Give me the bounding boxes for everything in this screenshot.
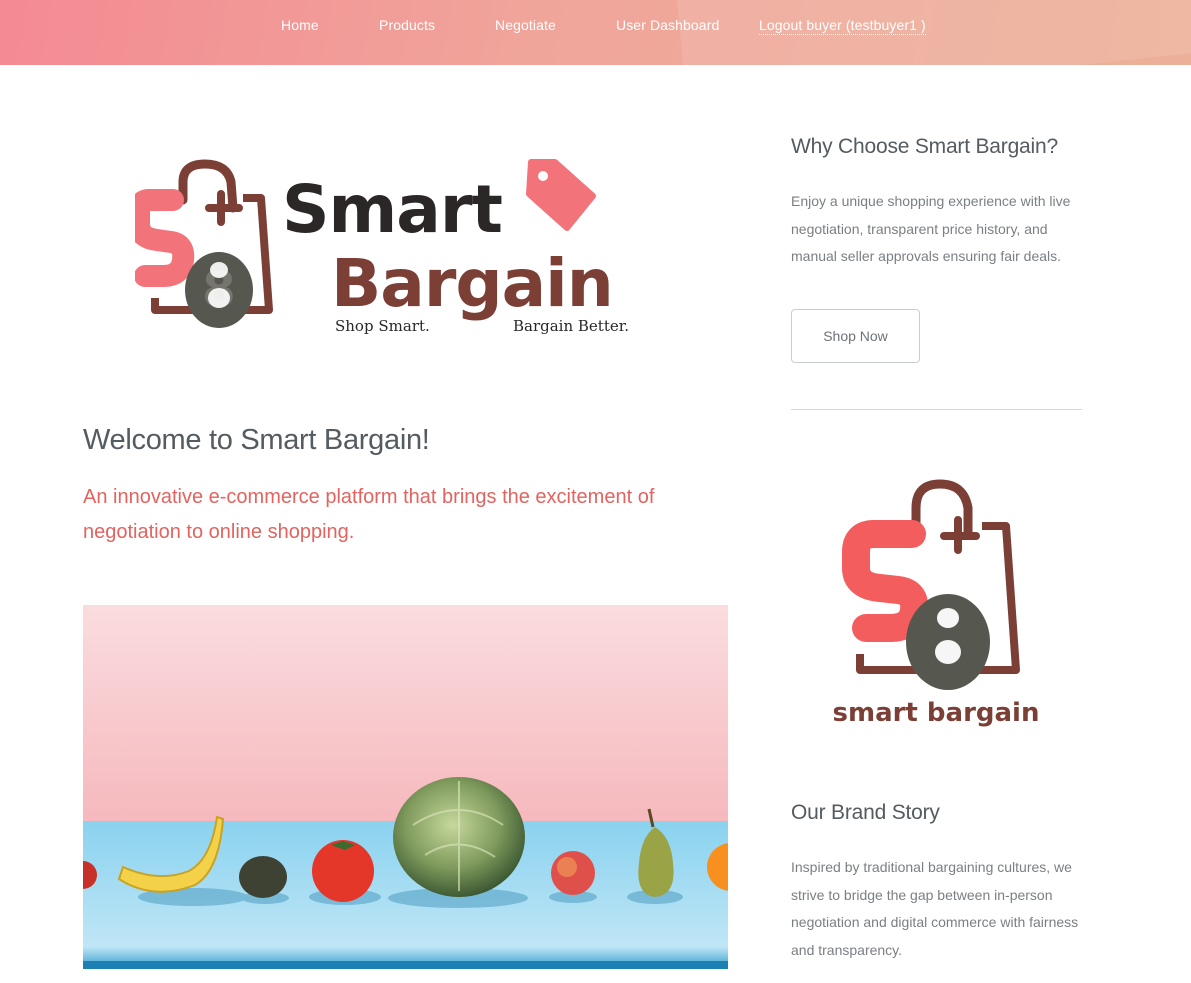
nav-products-link[interactable]: Products [379,17,435,33]
sidebar-divider [791,409,1082,410]
brand-story-heading: Our Brand Story [791,801,940,824]
nav-home-link[interactable]: Home [281,17,319,33]
why-choose-heading: Why Choose Smart Bargain? [791,135,1058,158]
nav-negotiate-link[interactable]: Negotiate [495,17,556,33]
logo-tagline-right: Bargain Better. [513,317,629,335]
brand-logo-small: smart bargain [826,478,1046,733]
hero-produce-image [83,605,728,969]
nav-decoration [676,0,1191,65]
shop-now-button[interactable]: Shop Now [791,309,920,363]
nav-user-dashboard-link[interactable]: User Dashboard [616,17,719,33]
price-tag-icon [526,159,596,231]
page-title: Welcome to Smart Bargain! [83,424,430,456]
logo-word-smart: Smart [282,171,502,248]
brand-logo-text: smart bargain [833,698,1040,728]
shopping-bag-icon: 8 [128,159,273,328]
nav-logout-link[interactable]: Logout buyer (testbuyer1 ) [759,17,926,35]
logo-word-bargain: Bargain [331,245,613,322]
shopping-bag-icon [842,479,1020,690]
top-nav-bar: Home Products Negotiate User Dashboard L… [0,0,1191,65]
brand-story-text: Inspired by traditional bargaining cultu… [791,859,1079,958]
welcome-subtitle: An innovative e-commerce platform that b… [83,486,655,543]
smart-bargain-logo: 8 Smart Bargain Shop Smart. Bargain Bett… [128,158,640,343]
logo-tagline-left: Shop Smart. [335,317,430,335]
why-choose-text: Enjoy a unique shopping experience with … [791,193,1071,264]
